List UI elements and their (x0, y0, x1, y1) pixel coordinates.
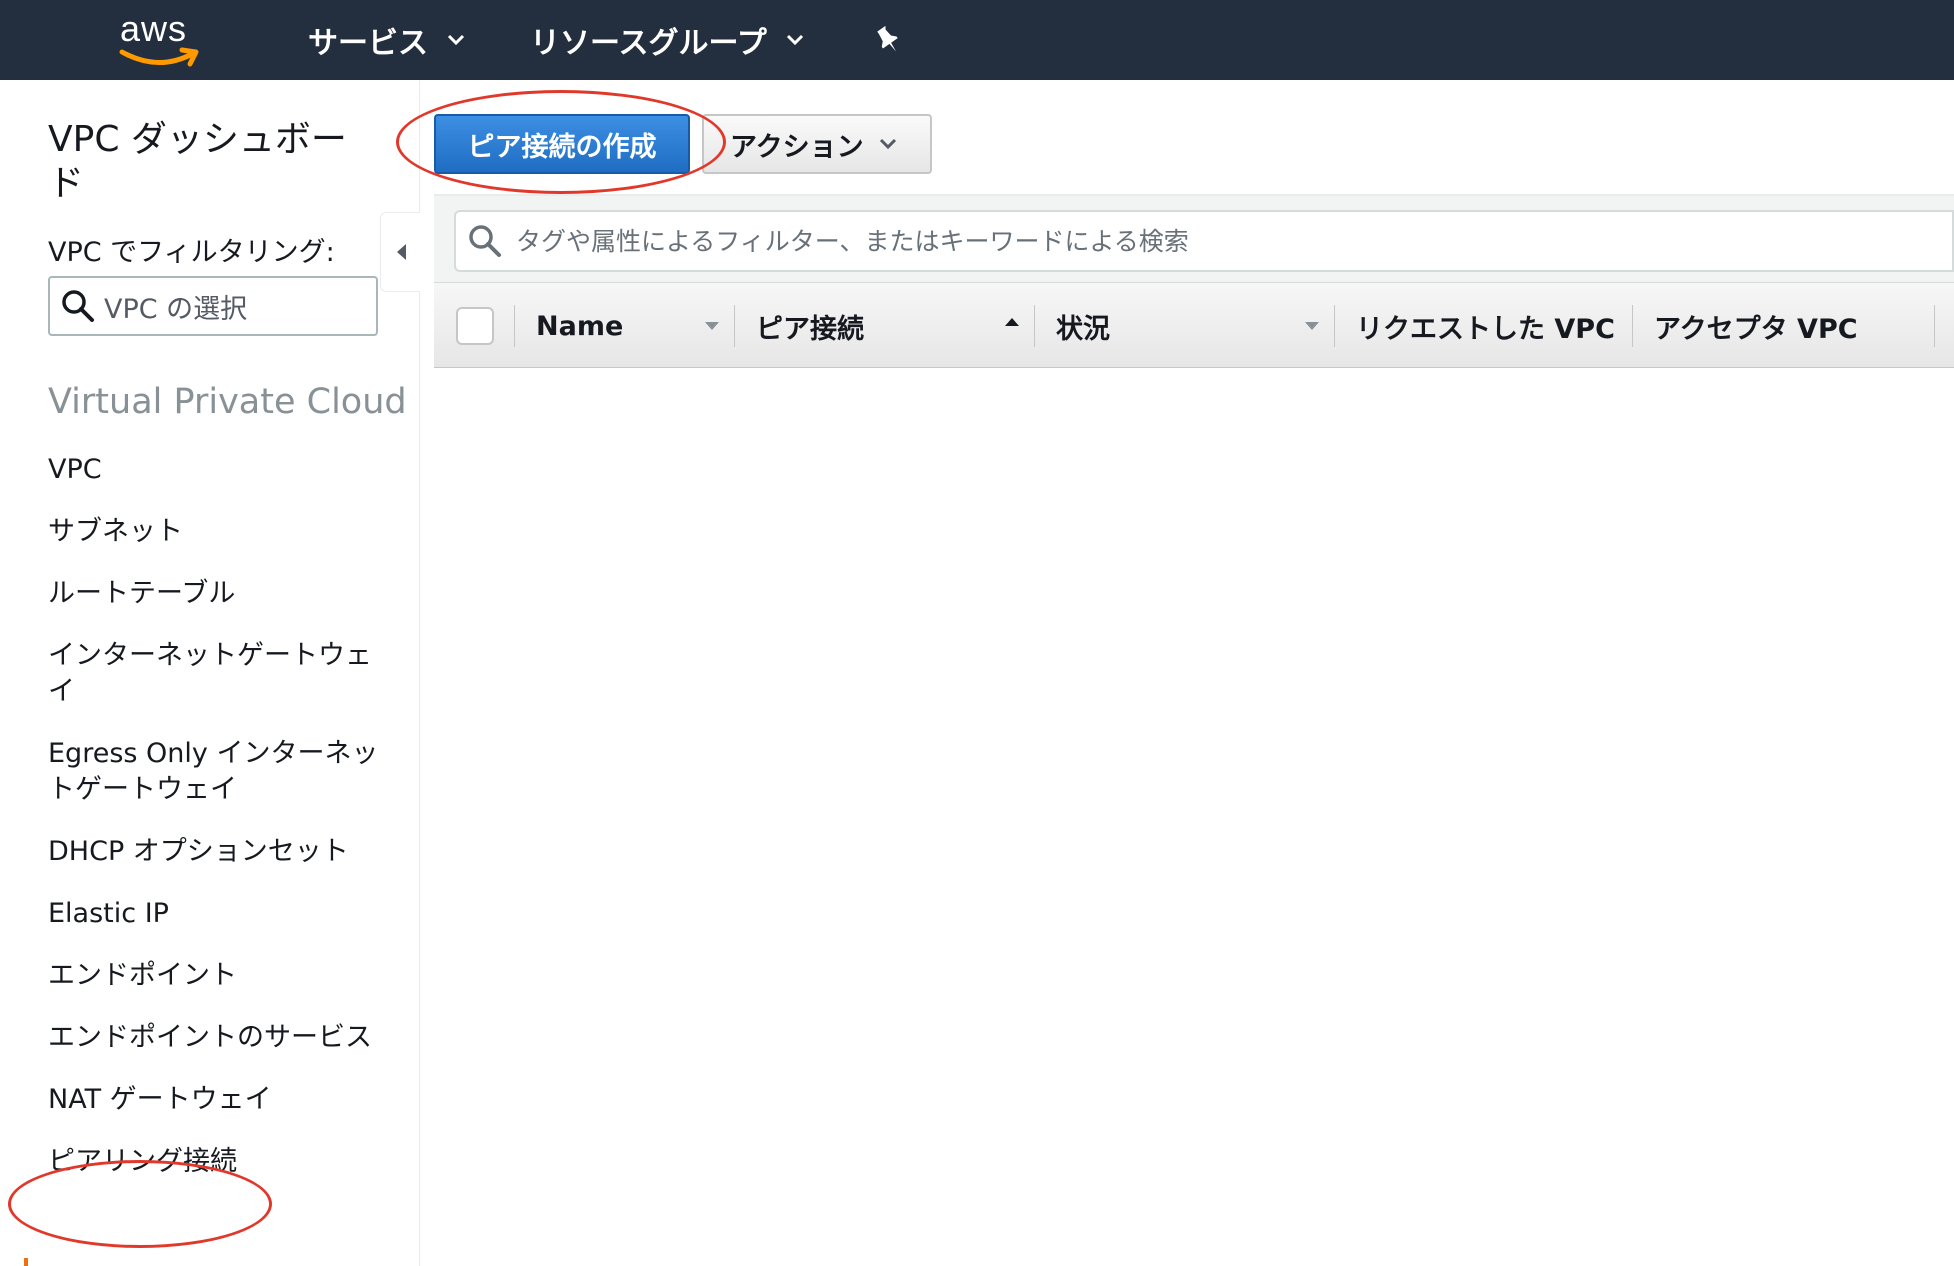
column-divider (1034, 305, 1035, 347)
sidebar-item-subnets[interactable]: サブネット (48, 514, 388, 550)
sidebar-nav-list: VPC サブネット ルートテーブル インターネットゲートウェイ Egress O… (48, 452, 388, 1206)
vpc-filter-label: VPC でフィルタリング: (48, 237, 335, 268)
column-divider (514, 305, 515, 347)
active-item-indicator (24, 1258, 28, 1266)
sidebar-collapse-toggle[interactable] (380, 212, 420, 292)
column-divider (1934, 305, 1935, 347)
chevron-down-icon (786, 34, 803, 46)
chevron-down-icon (879, 138, 896, 150)
filter-search-box[interactable] (454, 210, 1954, 272)
sidebar-item-dhcp-options[interactable]: DHCP オプションセット (48, 834, 388, 870)
services-menu[interactable]: サービス (308, 0, 466, 80)
sidebar-item-endpoint-services[interactable]: エンドポイントのサービス (48, 1020, 388, 1056)
sidebar-item-endpoints[interactable]: エンドポイント (48, 958, 388, 994)
vpc-dashboard-link[interactable]: VPC ダッシュボード (48, 118, 358, 206)
column-header-accepter-label: アクセプタ VPC (1654, 313, 1858, 345)
vpc-select-placeholder: VPC の選択 (104, 293, 248, 325)
column-divider (1334, 305, 1335, 347)
sidebar-item-internet-gateways[interactable]: インターネットゲートウェイ (48, 638, 388, 710)
sort-down-icon[interactable] (1304, 321, 1320, 331)
sidebar: VPC ダッシュボード VPC でフィルタリング: VPC の選択 Virtua… (0, 80, 420, 1266)
section-heading: Virtual Private Cloud (48, 382, 407, 422)
create-peering-connection-button[interactable]: ピア接続の作成 (434, 114, 690, 174)
actions-dropdown-button[interactable]: アクション (702, 114, 932, 174)
aws-logo-text: aws (120, 8, 188, 49)
column-header-requester-vpc[interactable]: リクエストした VPC (1356, 283, 1616, 369)
resource-groups-label: リソースグループ (530, 26, 767, 61)
column-header-peering-connection[interactable]: ピア接続 (756, 283, 956, 369)
column-header-status-label: 状況 (1056, 313, 1110, 345)
column-header-name[interactable]: Name (536, 283, 676, 369)
filter-search-input[interactable] (516, 226, 1916, 256)
resource-table-panel: Name ピア接続 状況 リクエストした VPC アクセプタ VPC (434, 194, 1954, 368)
column-header-name-label: Name (536, 310, 624, 342)
aws-logo[interactable]: aws (116, 8, 202, 68)
vpc-filter-select[interactable]: VPC の選択 (48, 276, 378, 336)
select-all-checkbox[interactable] (456, 307, 494, 345)
sidebar-item-nat-gateways[interactable]: NAT ゲートウェイ (48, 1082, 388, 1118)
chevron-down-icon (447, 34, 465, 46)
sidebar-item-vpc[interactable]: VPC (48, 452, 388, 488)
sidebar-item-egress-only-gateways[interactable]: Egress Only インターネットゲートウェイ (48, 736, 388, 808)
sidebar-item-elastic-ip[interactable]: Elastic IP (48, 896, 388, 932)
pin-icon[interactable] (872, 24, 904, 56)
search-icon (469, 225, 501, 257)
resource-groups-menu[interactable]: リソースグループ (530, 0, 805, 80)
aws-smile-icon (119, 47, 199, 67)
caret-left-icon (396, 244, 406, 260)
table-header: Name ピア接続 状況 リクエストした VPC アクセプタ VPC (434, 282, 1954, 368)
sort-down-icon[interactable] (704, 321, 720, 331)
top-navigation-bar: aws サービス リソースグループ (0, 0, 1954, 80)
column-header-accepter-vpc[interactable]: アクセプタ VPC (1654, 283, 1924, 369)
sidebar-item-route-tables[interactable]: ルートテーブル (48, 576, 388, 612)
sidebar-item-peering-connections[interactable]: ピアリング接続 (48, 1144, 388, 1180)
services-label: サービス (308, 26, 428, 61)
sort-up-icon[interactable] (1004, 317, 1020, 327)
column-header-requester-label: リクエストした VPC (1356, 313, 1615, 345)
column-header-status[interactable]: 状況 (1056, 283, 1256, 369)
search-icon (62, 290, 94, 322)
column-divider (1632, 305, 1633, 347)
column-divider (734, 305, 735, 347)
actions-label: アクション (730, 131, 864, 163)
column-header-peering-label: ピア接続 (756, 313, 864, 345)
